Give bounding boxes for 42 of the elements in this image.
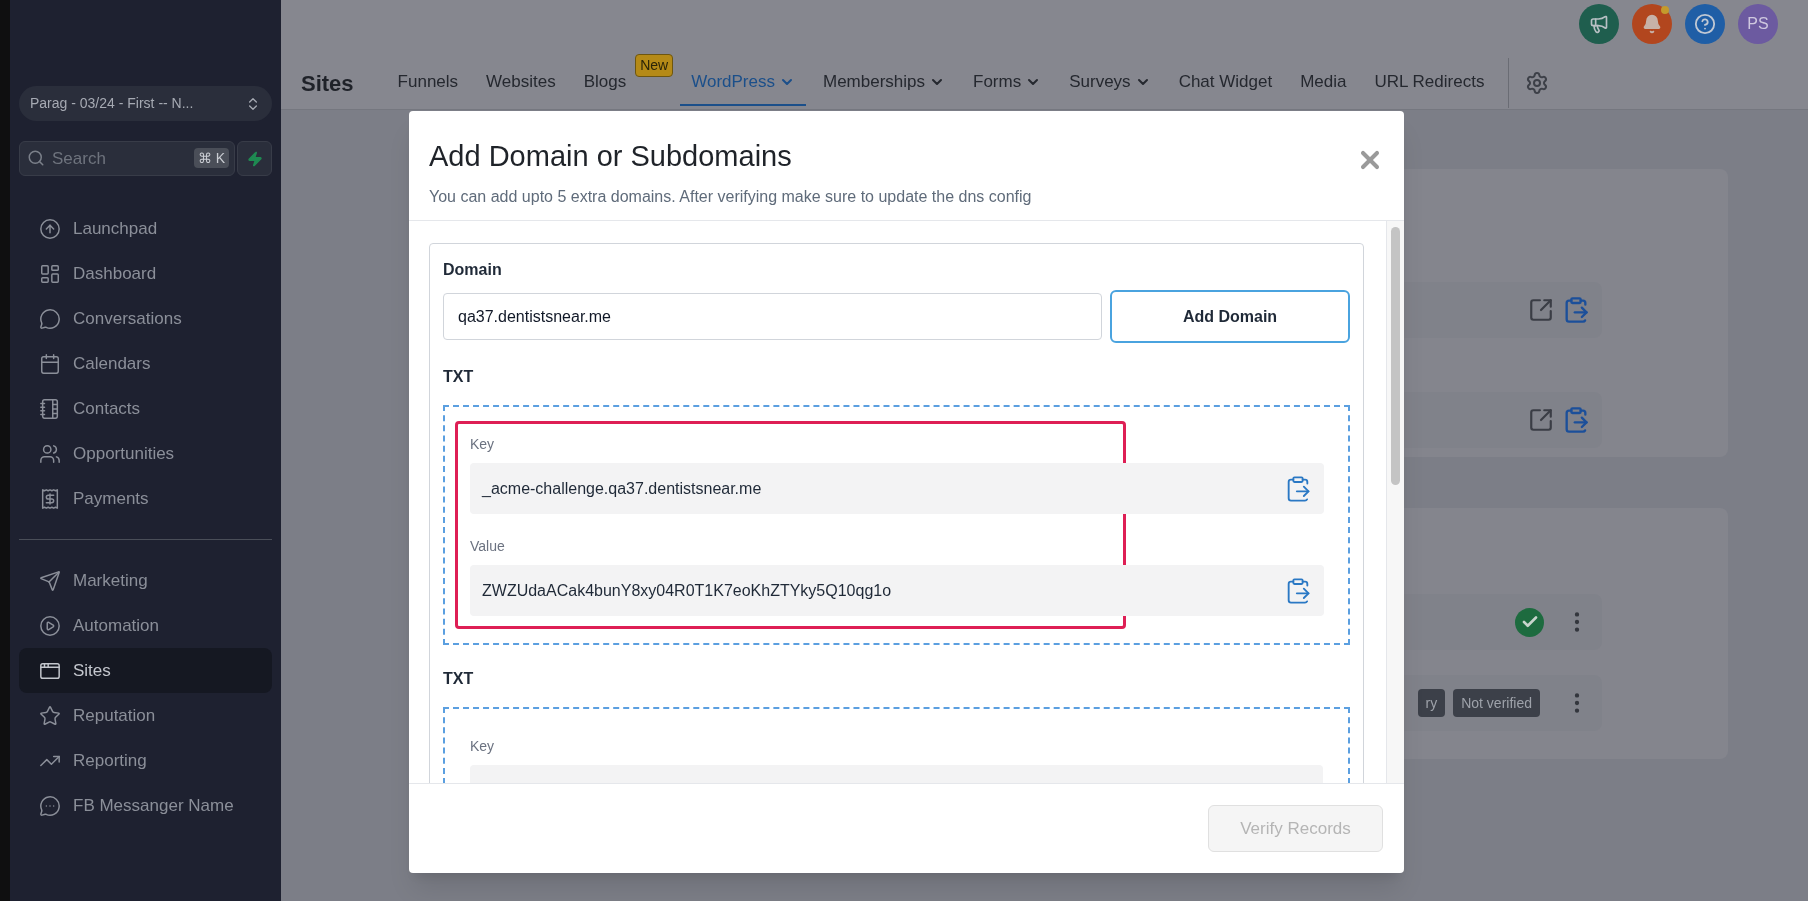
domain-input[interactable]: qa37.dentistsnear.me — [443, 293, 1102, 340]
nav-tab[interactable]: Blogs — [572, 60, 638, 106]
sidebar-item[interactable]: Reporting — [19, 738, 272, 783]
field-label: Key — [470, 435, 496, 454]
status-badge: ry — [1417, 689, 1446, 717]
nav-tab[interactable]: Chat Widget — [1167, 60, 1284, 106]
verify-records-button: Verify Records — [1208, 805, 1383, 852]
nav-tab[interactable]: Memberships — [812, 60, 957, 106]
field-label: Domain — [443, 260, 503, 280]
shortcut-badge: ⌘ K — [193, 148, 229, 168]
nav-tab[interactable]: Websites — [475, 60, 567, 106]
nav-tab[interactable]: Forms — [962, 60, 1053, 106]
sidebar-item[interactable]: Payments — [19, 476, 272, 521]
avatar[interactable]: PS — [1738, 4, 1778, 44]
nav-tab[interactable]: Surveys — [1058, 60, 1162, 106]
sidebar-item[interactable]: Launchpad — [19, 206, 272, 251]
sidebar-item[interactable]: Reputation — [19, 693, 272, 738]
record-type: TXT — [443, 367, 475, 387]
account-switcher[interactable]: Parag - 03/24 - First -- N... — [19, 86, 272, 121]
record-text: ZWZUdaACak4bunY8xy04R0T1K7eoKhZTYky5Q10qg1o — [482, 580, 892, 601]
sidebar-item[interactable]: Conversations — [19, 296, 272, 341]
sidebar-item[interactable]: Contacts — [19, 386, 272, 431]
modal-subtitle: You can add upto 5 extra domains. After verifying make sure to update the dns config — [429, 186, 1033, 207]
sidebar-item[interactable]: Marketing — [19, 558, 272, 603]
new-badge: New — [635, 54, 674, 77]
modal-title: Add Domain or Subdomains — [429, 139, 792, 174]
sidebar-item[interactable]: Sites — [19, 648, 272, 693]
sidebar-item[interactable]: Calendars — [19, 341, 272, 386]
sidebar-item[interactable]: FB Messanger Name — [19, 783, 272, 828]
page-title: Sites — [301, 69, 354, 98]
sidebar-item[interactable]: Automation — [19, 603, 272, 648]
nav-tab[interactable]: URL Redirects — [1363, 60, 1496, 106]
record-type: TXT — [443, 669, 475, 689]
nav-tab[interactable]: Media — [1289, 60, 1358, 106]
nav-tab[interactable]: Funnels — [386, 60, 470, 106]
sidebar-item[interactable]: Opportunities — [19, 431, 272, 476]
status-badge: Not verified — [1453, 689, 1540, 717]
field-label: Value — [470, 537, 506, 556]
add-domain-button[interactable]: Add Domain — [1110, 290, 1350, 343]
sidebar-item[interactable]: Dashboard — [19, 251, 272, 296]
field-label: Key — [470, 737, 496, 756]
record-text: _acme-challenge.qa37.dentistsnear.me — [482, 478, 762, 499]
